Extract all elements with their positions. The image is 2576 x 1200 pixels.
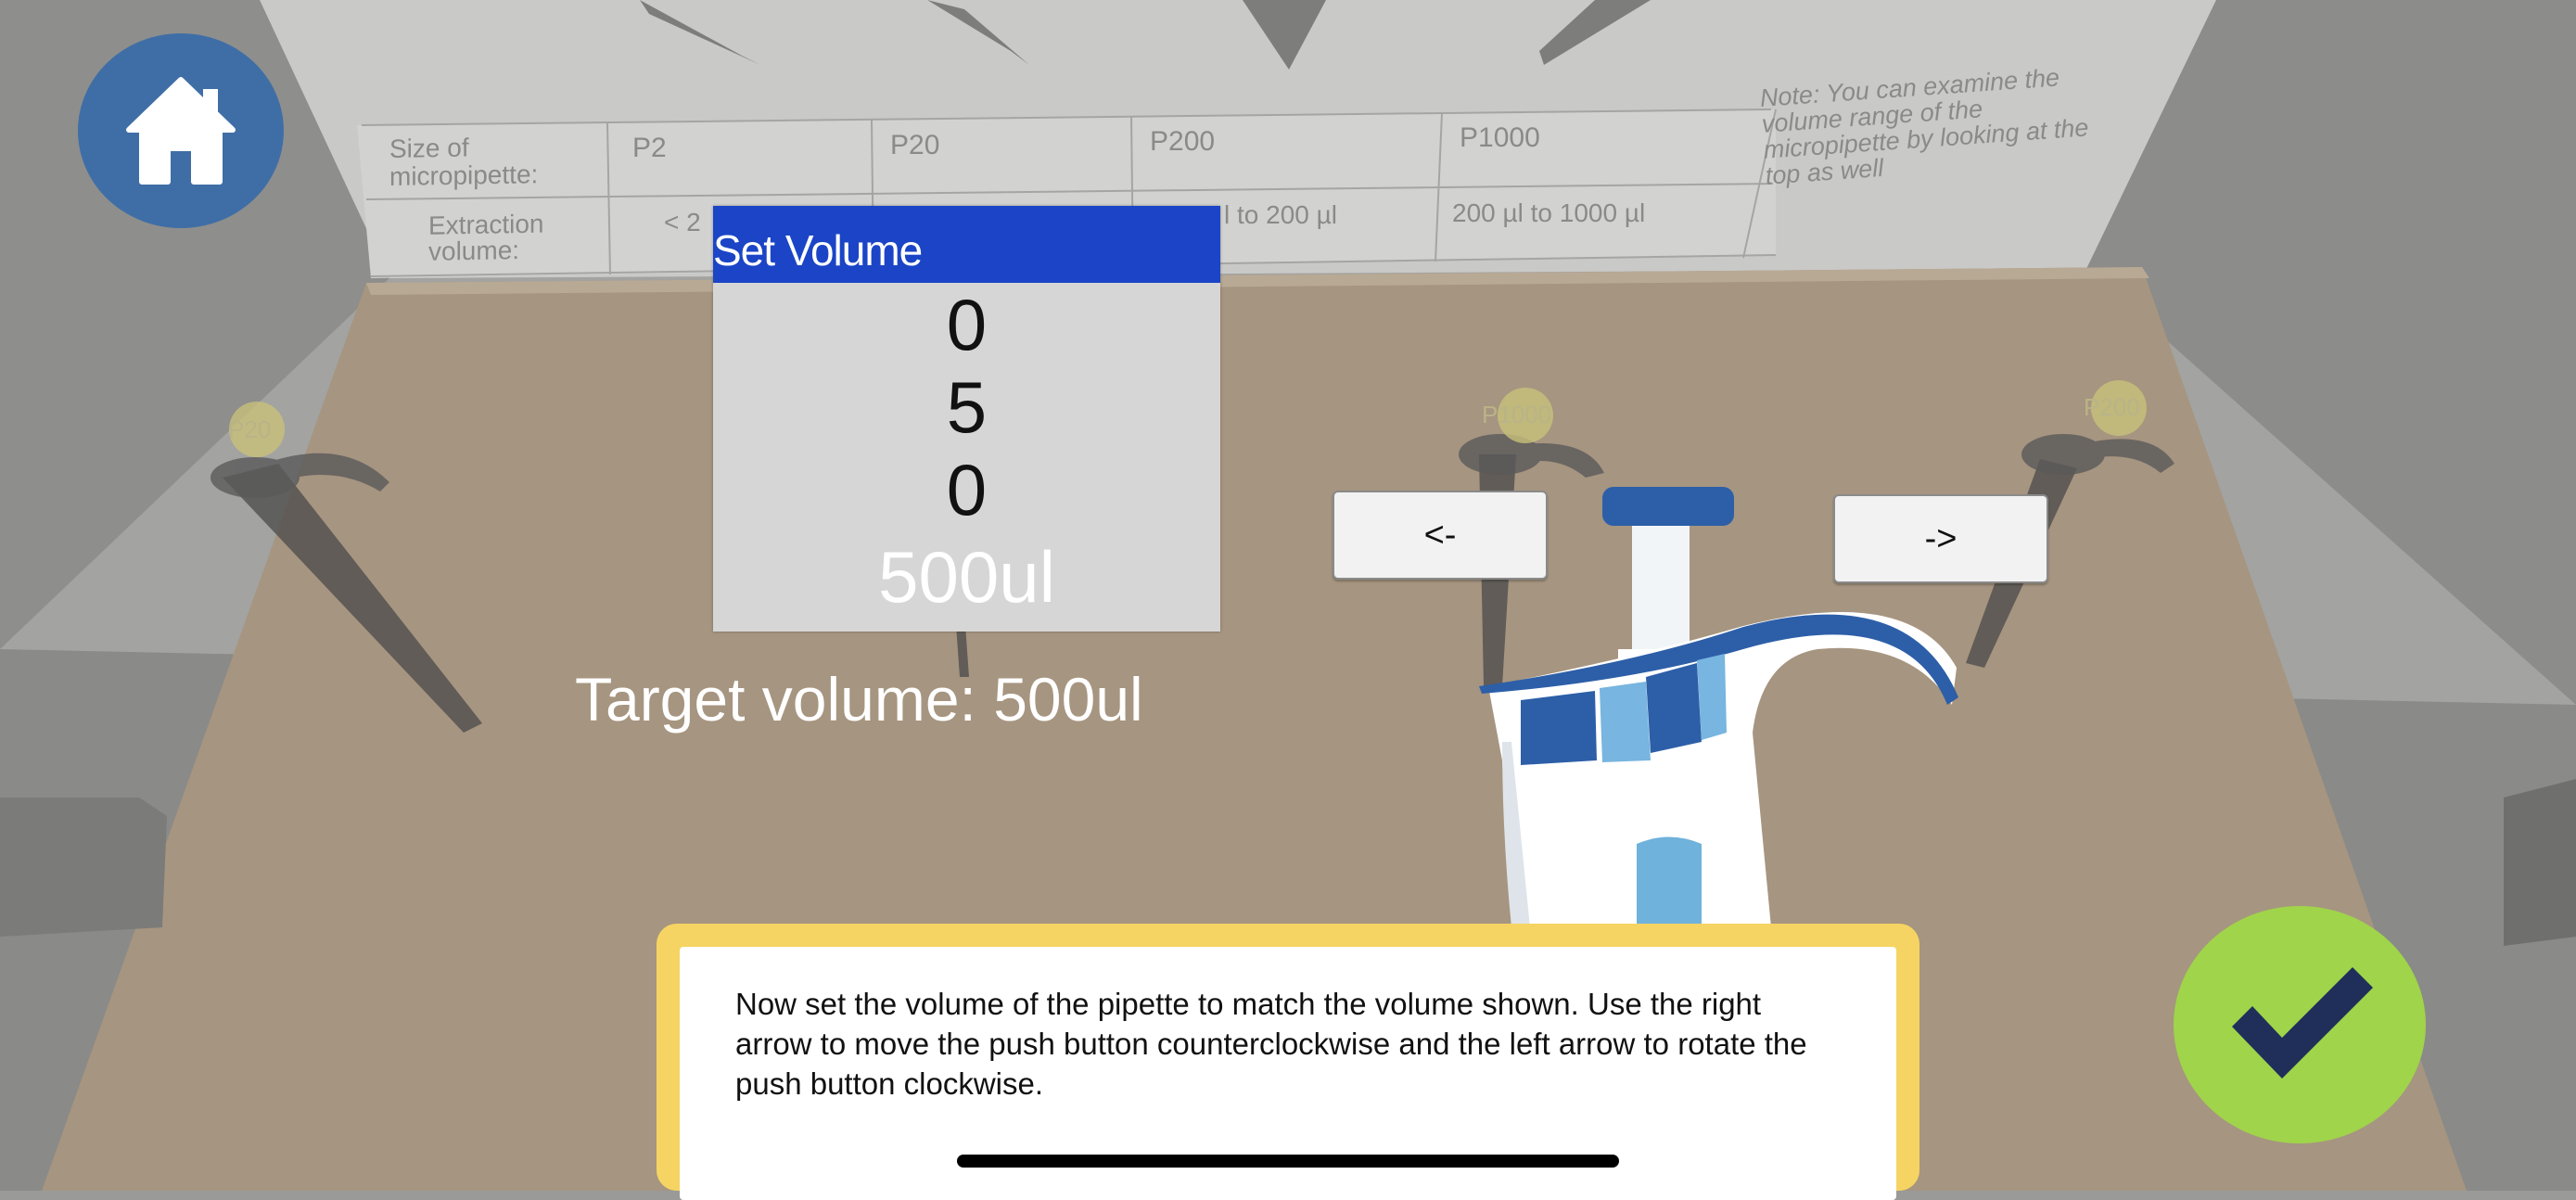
home-indicator-bar[interactable] xyxy=(957,1155,1619,1168)
confirm-button[interactable] xyxy=(2174,906,2426,1143)
home-button[interactable] xyxy=(78,33,284,228)
pipette-label-middle: P1000 xyxy=(1482,401,1552,428)
rotate-left-label: <- xyxy=(1423,515,1457,555)
volume-digit-ones: 0 xyxy=(946,449,988,530)
target-volume-label: Target volume: 500ul xyxy=(575,665,1143,734)
set-volume-title: Set Volume xyxy=(713,206,1220,283)
pipette-label-left: P20 xyxy=(228,415,272,443)
volume-digit-tens: 5 xyxy=(946,366,988,448)
set-volume-panel: Set Volume 0 5 0 500ul xyxy=(713,206,1220,632)
rotate-right-label: -> xyxy=(1924,518,1958,558)
rotate-left-button[interactable]: <- xyxy=(1333,491,1548,580)
checkmark-icon xyxy=(2232,967,2373,1079)
instruction-box: Now set the volume of the pipette to mat… xyxy=(657,924,1919,1200)
volume-digit-hundreds: 0 xyxy=(946,284,988,365)
home-icon xyxy=(126,77,236,185)
pipette-label-right: P200 xyxy=(2084,393,2140,421)
rotate-right-button[interactable]: -> xyxy=(1833,494,2048,583)
instruction-text: Now set the volume of the pipette to mat… xyxy=(735,987,1807,1101)
volume-total: 500ul xyxy=(878,536,1055,618)
